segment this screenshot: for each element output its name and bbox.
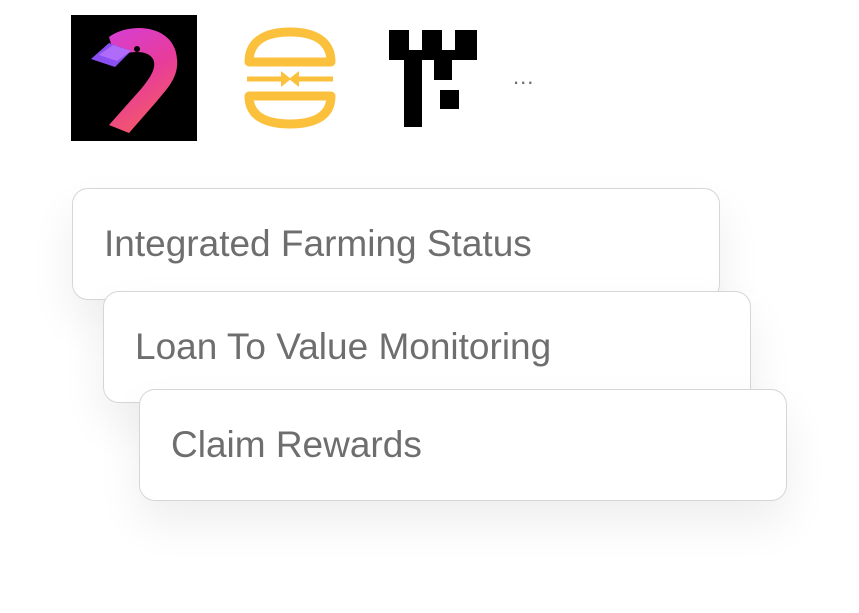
feature-card-loan-to-value-monitoring[interactable]: Loan To Value Monitoring xyxy=(103,291,751,403)
feature-card-label: Claim Rewards xyxy=(171,424,422,465)
feature-card-label: Loan To Value Monitoring xyxy=(135,326,552,367)
feature-card-integrated-farming-status[interactable]: Integrated Farming Status xyxy=(72,188,720,300)
stage: ... Integrated Farming Status Loan To Va… xyxy=(0,0,859,613)
burger-swap-logo-icon[interactable] xyxy=(241,24,339,132)
fortress-logo-icon[interactable] xyxy=(389,30,477,127)
more-indicator: ... xyxy=(513,64,535,89)
flamingo-logo-icon[interactable] xyxy=(71,15,197,141)
feature-card-label: Integrated Farming Status xyxy=(104,223,532,264)
feature-card-claim-rewards[interactable]: Claim Rewards xyxy=(139,389,787,501)
